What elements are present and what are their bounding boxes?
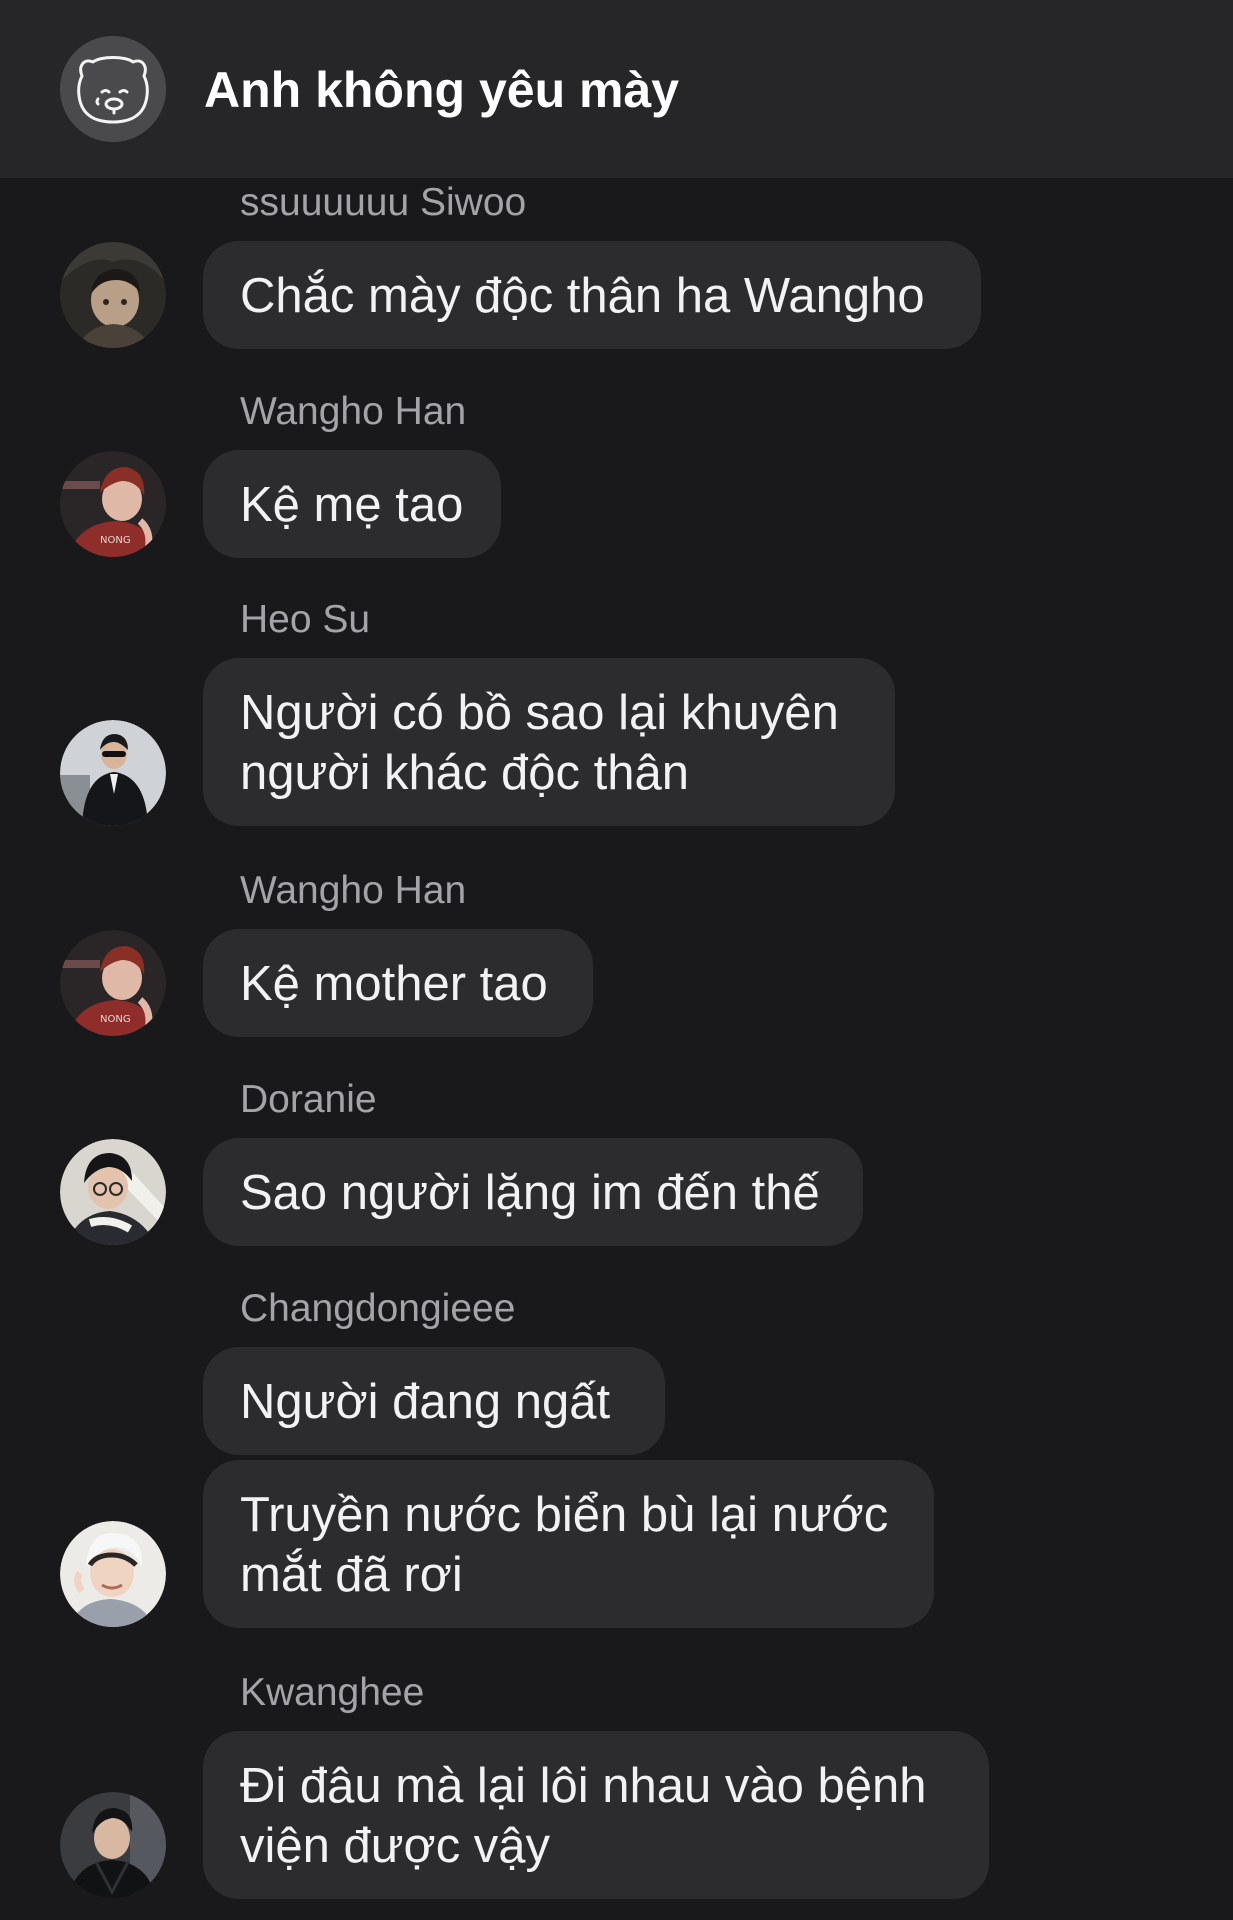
conversation-title: Anh không yêu mày xyxy=(204,62,680,118)
avatar-wangho[interactable]: NONG xyxy=(60,451,166,557)
message-bubble[interactable]: Đi đâu mà lại lôi nhau vào bệnh viện đượ… xyxy=(203,1731,989,1899)
group-avatar[interactable] xyxy=(60,36,166,142)
profile-photo xyxy=(60,1792,166,1898)
message-bubble[interactable]: Người có bồ sao lại khuyên người khác độ… xyxy=(203,658,895,826)
message-bubble[interactable]: Chắc mày độc thân ha Wangho xyxy=(203,241,981,349)
sender-name: Wangho Han xyxy=(240,390,467,433)
chat-header: Anh không yêu mày xyxy=(0,0,1233,178)
profile-photo xyxy=(60,1139,166,1245)
message-bubble[interactable]: Kệ mother tao xyxy=(203,929,593,1037)
avatar-wangho[interactable]: NONG xyxy=(60,930,166,1036)
profile-photo xyxy=(60,720,166,826)
avatar-kwanghee[interactable] xyxy=(60,1792,166,1898)
avatar-siwoo[interactable] xyxy=(60,242,166,348)
message-bubble[interactable]: Người đang ngất xyxy=(203,1347,665,1455)
profile-photo xyxy=(60,1521,166,1627)
message-bubble[interactable]: Kệ mẹ tao xyxy=(203,450,501,558)
sender-name: Changdongieee xyxy=(240,1287,516,1330)
profile-photo: NONG xyxy=(60,451,166,557)
avatar-doranie[interactable] xyxy=(60,1139,166,1245)
profile-photo xyxy=(60,242,166,348)
svg-text:NONG: NONG xyxy=(100,1014,131,1025)
profile-photo: NONG xyxy=(60,930,166,1036)
bear-face-icon xyxy=(60,36,166,142)
svg-text:NONG: NONG xyxy=(100,535,131,546)
sender-name: Wangho Han xyxy=(240,869,467,912)
avatar-heo-su[interactable] xyxy=(60,720,166,826)
message-bubble[interactable]: Sao người lặng im đến thế xyxy=(203,1138,863,1246)
avatar-changdongieee[interactable] xyxy=(60,1521,166,1627)
sender-name: Doranie xyxy=(240,1078,377,1121)
sender-name: Heo Su xyxy=(240,598,371,641)
sender-name: ssuuuuuu Siwoo xyxy=(240,181,527,224)
sender-name: Kwanghee xyxy=(240,1671,425,1714)
message-bubble[interactable]: Truyền nước biển bù lại nước mắt đã rơi xyxy=(203,1460,934,1628)
